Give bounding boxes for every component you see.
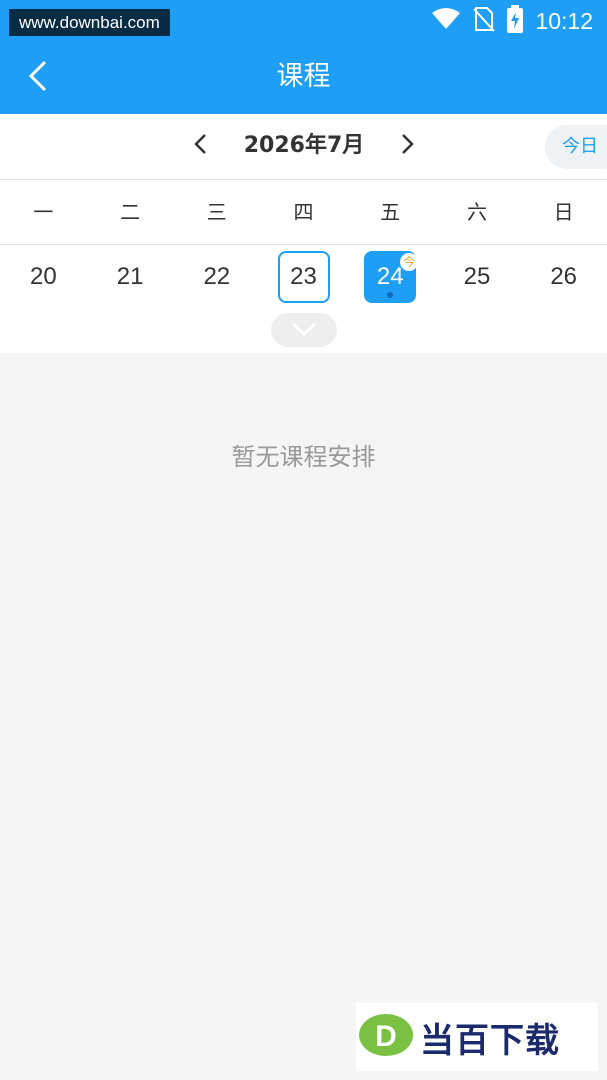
date-number: 24 — [376, 263, 404, 290]
weekday-label: 五 — [380, 200, 401, 224]
date-cell[interactable]: 21 — [87, 247, 174, 307]
watermark-label: www.downbai.com — [9, 9, 170, 36]
chevron-left-icon — [193, 133, 207, 159]
today-button[interactable]: 今日 — [545, 125, 607, 169]
brand-logo: D — [358, 1013, 414, 1061]
wifi-icon — [431, 7, 461, 35]
date-cell[interactable]: 25 — [434, 247, 521, 307]
date-cell[interactable]: 26 — [520, 247, 607, 307]
empty-state-message: 暂无课程安排 — [231, 443, 376, 471]
date-cell[interactable]: 20 — [0, 247, 87, 307]
brand-text: 当百下载 — [420, 1020, 560, 1061]
app-header: www.downbai.com 10:12 课程 — [0, 0, 607, 114]
month-label: 2026年7月 — [243, 133, 365, 158]
chevron-down-icon — [291, 321, 317, 340]
today-badge: 今 — [400, 253, 419, 271]
date-number: 26 — [550, 263, 578, 290]
no-sim-icon — [473, 6, 496, 36]
weekday-header: 一 二 三 四 五 六 日 — [0, 180, 607, 245]
chevron-right-icon — [401, 133, 415, 159]
weekday-label: 一 — [33, 200, 54, 224]
date-number: 23 — [277, 251, 330, 303]
next-month-button[interactable] — [390, 128, 426, 164]
date-cell-today[interactable]: 24 今 — [347, 247, 434, 307]
month-selector: 2026年7月 — [0, 114, 607, 180]
date-number-today: 24 今 — [364, 251, 419, 303]
weekday-label: 三 — [206, 200, 227, 224]
status-bar: 10:12 — [431, 5, 593, 37]
prev-month-button[interactable] — [182, 128, 218, 164]
brand-watermark: D 当百下载 — [356, 1003, 598, 1071]
weekday-label: 四 — [293, 200, 314, 224]
brand-logo-letter: D — [375, 1020, 397, 1053]
expand-calendar-button[interactable] — [271, 313, 337, 347]
weekday-label: 六 — [466, 200, 487, 224]
date-cell-selected[interactable]: 23 — [260, 247, 347, 307]
date-cell[interactable]: 22 — [173, 247, 260, 307]
date-number: 21 — [116, 263, 144, 290]
date-number: 20 — [30, 263, 57, 290]
date-number: 25 — [463, 263, 491, 290]
weekday-label: 日 — [553, 200, 574, 224]
date-number: 22 — [203, 263, 231, 290]
battery-charging-icon — [507, 5, 524, 37]
event-dot — [387, 292, 394, 298]
weekday-label: 二 — [120, 200, 141, 224]
page-title: 课程 — [276, 61, 331, 92]
week-dates: 20 21 22 23 24 今 25 26 — [0, 245, 607, 353]
status-time: 10:12 — [535, 7, 593, 34]
